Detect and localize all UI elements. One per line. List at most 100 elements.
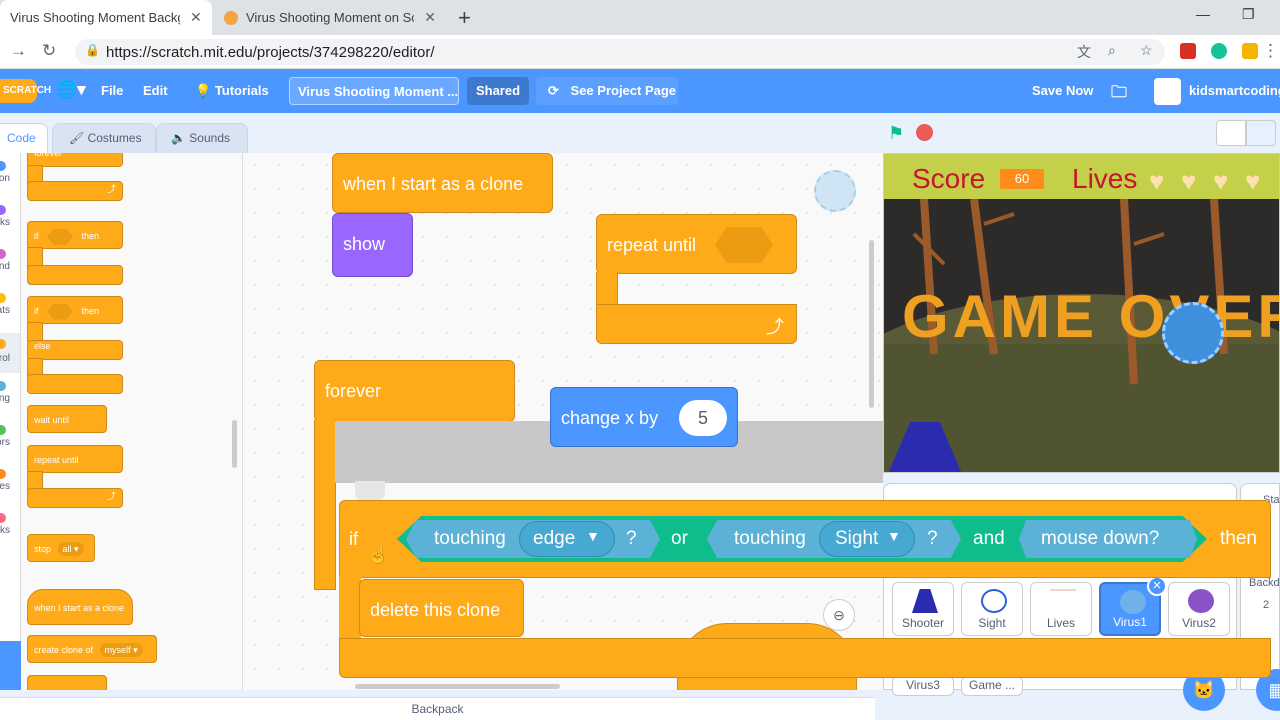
repeat-until-label: repeat until	[34, 455, 79, 465]
clone-hat-label: when I start as a clone	[343, 174, 524, 194]
drop-target-shadow	[355, 481, 385, 501]
see-project-page-button[interactable]: ⟳ See Project Page	[536, 77, 678, 105]
category-control[interactable]: rol	[0, 333, 20, 373]
block-arm	[339, 576, 361, 640]
palette-block-partial[interactable]	[27, 675, 107, 690]
add-extension-button[interactable]	[0, 641, 21, 690]
shared-button[interactable]: Shared	[467, 77, 529, 105]
browser-tab[interactable]: Virus Shooting Moment on Sc ✕	[214, 0, 446, 35]
palette-create-clone-block[interactable]: create clone of myself ▾	[27, 635, 157, 663]
tutorials-button[interactable]: 💡 Tutorials	[195, 83, 269, 99]
project-title-input[interactable]: Virus Shooting Moment ...	[289, 77, 459, 105]
small-stage-icon[interactable]	[1216, 120, 1246, 146]
clone-hat-block[interactable]: when I start as a clone	[332, 153, 553, 213]
if-label: if	[34, 306, 39, 316]
touching-label: touching	[434, 528, 506, 549]
lock-icon: 🔒	[85, 43, 100, 57]
stop-sign-icon[interactable]	[916, 124, 933, 141]
heart-icon: ♥	[1181, 166, 1197, 196]
palette-scrollbar[interactable]	[232, 420, 237, 468]
address-bar[interactable]: 🔒 https://scratch.mit.edu/projects/37429…	[75, 39, 1165, 65]
username[interactable]: kidsmartcoding_	[1189, 83, 1280, 98]
condition-slot[interactable]	[47, 228, 74, 245]
tab-costumes-label: Costumes	[87, 131, 142, 145]
stage-canvas[interactable]: Score 60 Lives ♥ ♥ ♥ ♥ GAME OVER	[883, 153, 1280, 473]
pdf-extension-icon[interactable]	[1180, 43, 1196, 59]
restore-icon[interactable]: ❐	[1242, 6, 1255, 23]
new-tab-icon[interactable]: +	[458, 5, 471, 31]
forever-block[interactable]: forever	[314, 360, 515, 422]
block-arm	[596, 272, 618, 306]
if-label: if	[349, 529, 358, 549]
condition-slot[interactable]	[47, 303, 74, 320]
clone-target-dropdown[interactable]: myself ▾	[99, 643, 143, 657]
stop-dropdown[interactable]: all ▾	[57, 542, 84, 556]
browser-toolbar: → ↻ 🔒 https://scratch.mit.edu/projects/3…	[0, 35, 1280, 69]
show-block[interactable]: show	[332, 213, 413, 277]
language-globe-icon[interactable]: 🌐▾	[56, 80, 86, 100]
script-vertical-scrollbar[interactable]	[869, 240, 874, 408]
script-horizontal-scrollbar[interactable]	[355, 684, 560, 689]
if-label: if	[34, 231, 39, 241]
my-stuff-folder-icon[interactable]: 🗀	[1111, 81, 1127, 108]
palette-stop-block[interactable]: stop all ▾	[27, 534, 95, 562]
green-flag-icon[interactable]: ⚑	[888, 123, 904, 144]
tab-sounds[interactable]: 🔈 Sounds	[156, 123, 248, 153]
stage-header: ⚑	[883, 113, 1280, 153]
hand-cursor-icon: ☝	[367, 544, 390, 564]
show-label: show	[343, 234, 386, 254]
normal-stage-icon[interactable]	[1246, 120, 1276, 146]
lives-label: Lives	[1072, 163, 1138, 194]
wait-until-label: wait until	[34, 415, 70, 425]
palette-if-else-block[interactable]: if then	[27, 296, 123, 324]
stop-option: all	[62, 544, 72, 554]
browser-tab-active[interactable]: Virus Shooting Moment Backg ✕	[0, 0, 212, 35]
question-mark: ?	[626, 528, 637, 549]
category-dot	[0, 469, 6, 479]
edit-menu[interactable]: Edit	[143, 83, 168, 98]
tab-costumes[interactable]: 🖌 Costumes	[52, 123, 156, 153]
category-dot	[0, 249, 6, 259]
palette-wait-until-block[interactable]: wait until	[27, 405, 107, 433]
loop-arrow-icon: ⤴	[27, 488, 123, 508]
zoom-icon[interactable]: ⌕	[1108, 42, 1116, 59]
url-text: https://scratch.mit.edu/projects/3742982…	[106, 44, 435, 61]
palette-clone-hat-block[interactable]: when I start as a clone	[27, 589, 133, 625]
touching-label: touching	[734, 528, 806, 549]
grammarly-extension-icon[interactable]	[1211, 43, 1227, 59]
loop-arrow-icon: ⤴	[596, 304, 797, 344]
condition-slot[interactable]	[715, 227, 773, 263]
close-tab-icon[interactable]: ✕	[424, 9, 436, 26]
change-x-block[interactable]: change x by 5	[550, 387, 738, 447]
back-icon[interactable]: →	[10, 41, 27, 61]
category-dot	[0, 425, 6, 435]
delete-clone-block[interactable]: delete this clone	[359, 579, 524, 637]
category-label: ks	[0, 217, 10, 228]
backpack[interactable]: Backpack	[0, 697, 875, 720]
clone-target-option: myself	[104, 645, 131, 655]
translate-icon[interactable]: 文	[1077, 42, 1091, 62]
tab-code[interactable]: Code	[0, 123, 48, 153]
category-menu: on ks nd ats rol ing tors bles ks	[0, 153, 21, 690]
repeat-until-block[interactable]: repeat until	[596, 214, 797, 274]
create-clone-label: create clone of	[34, 645, 94, 655]
menu-icon[interactable]: ⋮	[1262, 41, 1279, 61]
change-x-input[interactable]: 5	[679, 400, 727, 436]
virus-sprite-icon	[1162, 302, 1224, 364]
see-project-label: See Project Page	[570, 83, 677, 98]
extension-icon[interactable]	[1242, 43, 1258, 59]
block-foot	[27, 265, 123, 285]
star-icon[interactable]: ☆	[1140, 42, 1153, 59]
avatar[interactable]	[1154, 78, 1181, 105]
close-tab-icon[interactable]: ✕	[190, 9, 202, 26]
category-label: ats	[0, 305, 10, 316]
file-menu[interactable]: File	[101, 83, 123, 98]
minimize-icon[interactable]: —	[1196, 6, 1210, 22]
dragged-if-block[interactable]: if ☝ touching edge ▼ ? or touching Sight…	[339, 500, 1271, 682]
repeat-until-label: repeat until	[607, 235, 697, 255]
palette-repeat-until-block[interactable]: repeat until	[27, 445, 123, 473]
save-now-button[interactable]: Save Now	[1032, 83, 1093, 98]
palette-if-then-block[interactable]: if then	[27, 221, 123, 249]
scratch-logo[interactable]: SCRATCH	[0, 79, 51, 103]
reload-icon[interactable]: ↻	[42, 41, 56, 61]
